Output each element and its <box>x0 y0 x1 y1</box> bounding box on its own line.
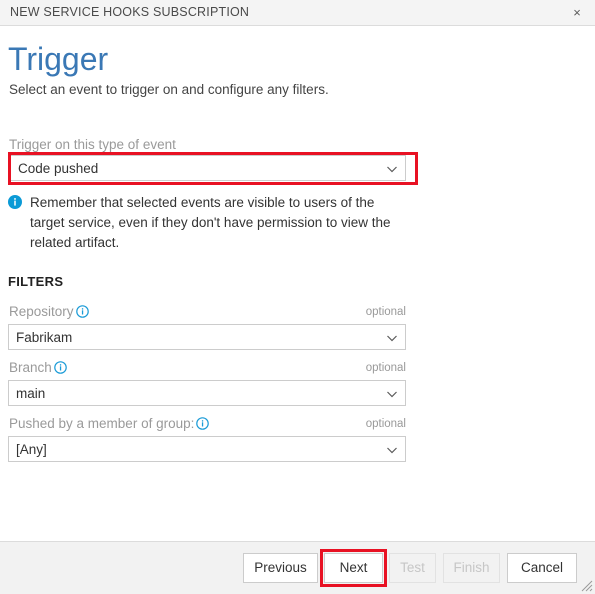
branch-dropdown[interactable]: main <box>8 380 406 406</box>
previous-button[interactable]: Previous <box>243 553 318 583</box>
filter-label-branch-text: Branch <box>9 360 52 375</box>
finish-button[interactable]: Finish <box>443 553 500 583</box>
info-circle-outline-icon[interactable] <box>53 361 67 374</box>
next-button[interactable]: Next <box>324 553 383 583</box>
resize-grip-icon[interactable] <box>579 578 593 592</box>
filter-optional-repository: optional <box>365 306 406 318</box>
info-circle-filled-icon <box>8 195 22 209</box>
event-type-label: Trigger on this type of event <box>9 137 176 152</box>
chevron-down-icon <box>386 388 398 400</box>
info-circle-outline-icon[interactable] <box>196 417 210 430</box>
close-icon[interactable]: × <box>568 4 586 22</box>
dialog-title: NEW SERVICE HOOKS SUBSCRIPTION <box>10 5 250 19</box>
filter-label-repository: Repository <box>9 303 89 320</box>
branch-value: main <box>16 386 46 401</box>
pushed-by-group-dropdown[interactable]: [Any] <box>8 436 406 462</box>
chevron-down-icon <box>386 163 398 175</box>
filter-label-repository-text: Repository <box>9 304 74 319</box>
dialog-footer: Previous Next Test Finish Cancel <box>0 541 595 594</box>
event-type-dropdown[interactable]: Code pushed <box>10 155 406 181</box>
chevron-down-icon <box>386 444 398 456</box>
page-title: Trigger <box>8 41 109 77</box>
new-service-hooks-subscription-dialog: NEW SERVICE HOOKS SUBSCRIPTION × Trigger… <box>0 0 595 594</box>
event-type-value: Code pushed <box>18 161 99 176</box>
filter-label-pushed-by-group: Pushed by a member of group: <box>9 415 210 432</box>
info-circle-outline-icon[interactable] <box>75 305 89 318</box>
filter-label-pushed-by-group-text: Pushed by a member of group: <box>9 416 195 431</box>
pushed-by-group-value: [Any] <box>16 442 47 457</box>
filter-label-branch: Branch <box>9 359 67 376</box>
cancel-button[interactable]: Cancel <box>507 553 577 583</box>
chevron-down-icon <box>386 332 398 344</box>
repository-value: Fabrikam <box>16 330 73 345</box>
filter-optional-pushed-by-group: optional <box>365 418 406 430</box>
info-message-text: Remember that selected events are visibl… <box>30 195 391 250</box>
test-button[interactable]: Test <box>389 553 436 583</box>
filters-heading: FILTERS <box>8 274 64 289</box>
dialog-titlebar: NEW SERVICE HOOKS SUBSCRIPTION × <box>0 0 595 26</box>
page-subtitle: Select an event to trigger on and config… <box>9 82 329 97</box>
repository-dropdown[interactable]: Fabrikam <box>8 324 406 350</box>
filter-optional-branch: optional <box>365 362 406 374</box>
